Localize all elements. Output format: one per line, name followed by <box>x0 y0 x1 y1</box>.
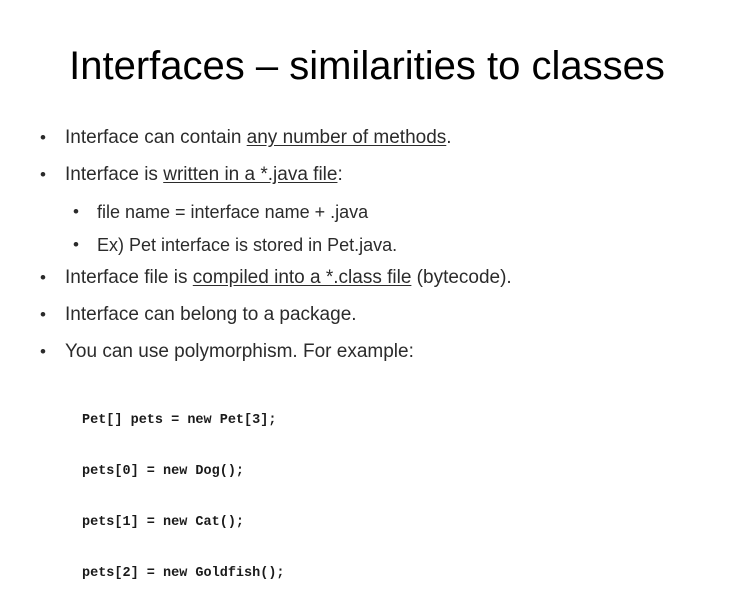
bullet-dot-icon: • <box>40 305 46 324</box>
bullet-methods: • Interface can contain any number of me… <box>40 126 452 150</box>
code-line: Pet[] pets = new Pet[3]; <box>82 413 277 428</box>
bullet-polymorphism: • You can use polymorphism. For example: <box>40 340 414 364</box>
underlined-phrase: any number of methods <box>246 127 447 148</box>
underlined-phrase: written in a *.java file <box>163 164 338 185</box>
bullet-text: file name = interface name + .java <box>97 202 369 222</box>
bullet-text: Interface file is <box>65 267 193 288</box>
sub-bullet-example: • Ex) Pet interface is stored in Pet.jav… <box>73 233 398 257</box>
bullet-text: Interface is <box>65 164 164 185</box>
bullet-class-file: • Interface file is compiled into a *.cl… <box>40 266 512 290</box>
bullet-dot-icon: • <box>40 165 46 184</box>
code-line: pets[2] = new Goldfish(); <box>82 566 285 581</box>
bullet-dot-icon: • <box>73 235 79 254</box>
code-line: pets[1] = new Cat(); <box>82 515 245 530</box>
bullet-text-end: (bytecode). <box>411 267 512 288</box>
bullet-dot-icon: • <box>40 268 46 287</box>
bullet-text-end: : <box>337 164 343 185</box>
underlined-phrase: compiled into a *.class file <box>192 267 412 288</box>
bullet-text: Ex) Pet interface is stored in Pet.java. <box>97 235 398 255</box>
slide-title: Interfaces – similarities to classes <box>69 44 665 88</box>
sub-bullet-file-name: • file name = interface name + .java <box>73 200 369 224</box>
bullet-dot-icon: • <box>73 202 79 221</box>
bullet-java-file: • Interface is written in a *.java file: <box>40 163 343 187</box>
bullet-text: Interface can belong to a package. <box>65 304 357 325</box>
bullet-text: Interface can contain <box>65 127 247 148</box>
bullet-text-end: . <box>446 127 452 148</box>
bullet-text: You can use polymorphism. For example: <box>65 341 414 362</box>
code-line: pets[0] = new Dog(); <box>82 464 245 479</box>
bullet-dot-icon: • <box>40 128 46 147</box>
code-block: Pet[] pets = new Pet[3]; pets[0] = new D… <box>82 378 285 599</box>
bullet-dot-icon: • <box>40 342 46 361</box>
bullet-package: • Interface can belong to a package. <box>40 303 357 327</box>
